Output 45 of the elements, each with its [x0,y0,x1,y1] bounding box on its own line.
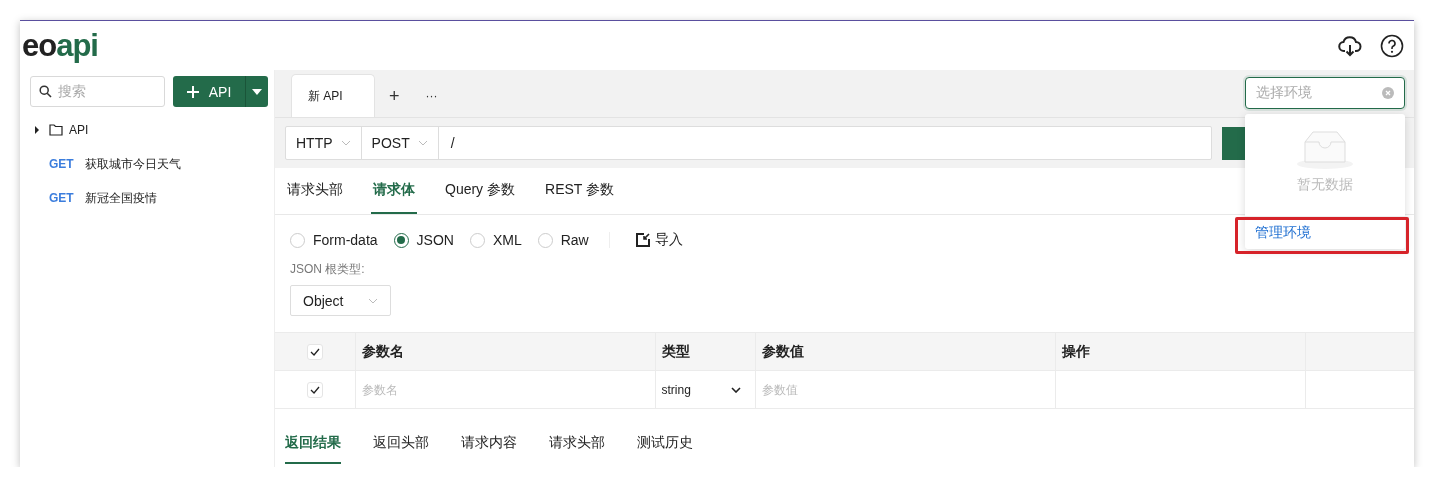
cloud-download-icon[interactable] [1338,34,1362,57]
chevron-icon [368,297,378,304]
checkmark-icon [309,348,320,356]
field-label: JSON 根类型: [289,261,366,278]
radio-option[interactable]: Raw [537,232,589,248]
tab[interactable]: 请求头部 [285,168,345,214]
tab[interactable]: REST 参数 [543,168,616,214]
add-tab-button[interactable]: + [375,75,412,117]
clear-icon [1382,87,1394,99]
column-header: 类型 [655,332,755,371]
radio-option[interactable]: Form-data [290,232,378,248]
import-button[interactable]: 导入 [635,231,683,249]
manage-environment-link[interactable]: 管理环境 [1245,216,1405,249]
tab[interactable]: 请求头部 [549,423,605,464]
tab[interactable]: 新 API [291,74,375,117]
checkmark-icon [309,386,320,394]
tab[interactable]: 测试历史 [637,423,693,464]
radio-option[interactable]: JSON [393,232,454,248]
empty-text: 暂无数据 [1297,176,1353,194]
chevron-icon [730,386,741,393]
tab[interactable]: 请求内容 [461,423,517,464]
api-item[interactable]: GET 新冠全国疫情 [20,181,274,215]
plus-icon [186,85,199,98]
caret-icon [252,88,262,95]
api-item[interactable]: GET 获取城市今日天气 [20,147,274,181]
add-api-button[interactable]: API [173,76,268,107]
checkbox[interactable] [306,382,323,398]
radio-button[interactable] [393,232,409,248]
folder-icon [49,124,63,136]
tab[interactable]: 请求体 [371,168,417,214]
logo: eoapi [22,30,98,61]
tab[interactable]: Query 参数 [443,168,517,214]
radio-option[interactable]: XML [469,232,522,248]
more-button[interactable]: ··· [411,75,450,117]
root-type-select[interactable]: Object [290,285,391,316]
help-icon[interactable] [1380,33,1404,58]
search-icon [39,85,52,98]
tab[interactable]: 返回结果 [285,423,341,464]
import-icon [635,233,650,247]
tab[interactable]: 返回头部 [373,423,429,464]
checkbox[interactable] [306,344,323,360]
column-header: 参数值 [755,332,1055,371]
column-header: 操作 [1055,332,1305,371]
folder-item[interactable]: API [20,113,274,147]
column-header: 参数名 [355,332,655,371]
